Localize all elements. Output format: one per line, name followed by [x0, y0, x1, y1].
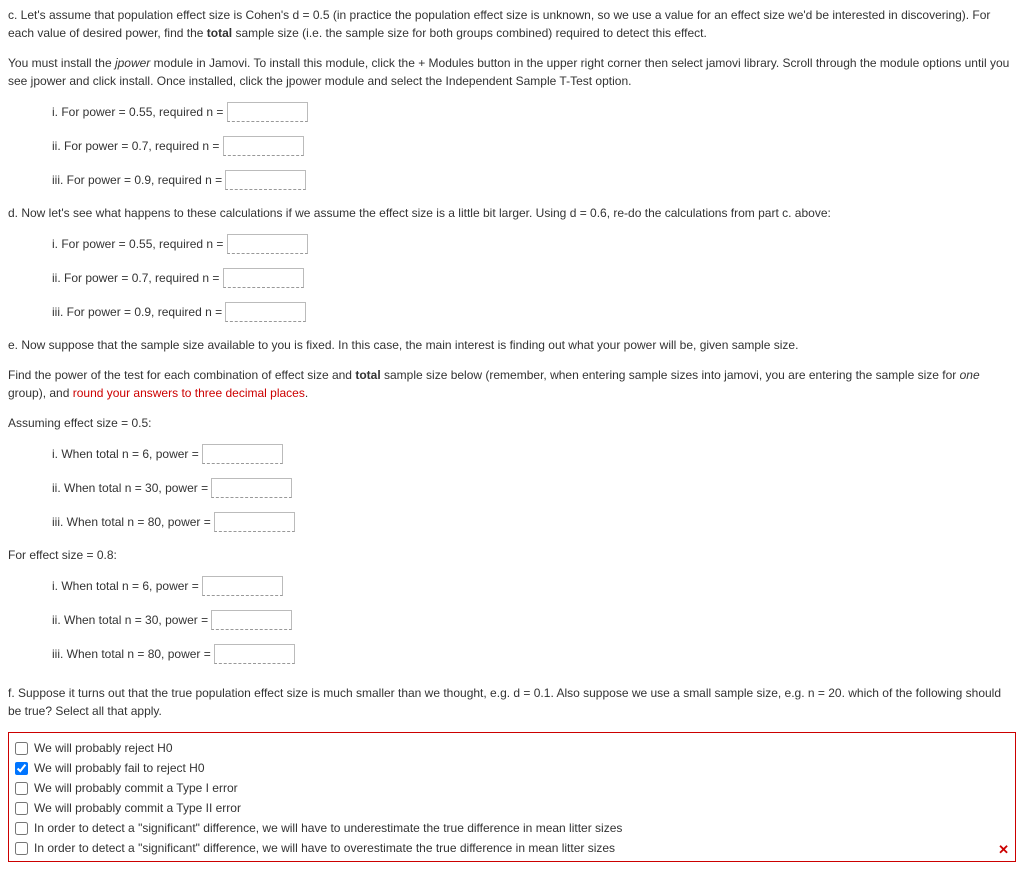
incorrect-x-icon: ✕	[998, 840, 1009, 860]
checkbox-2[interactable]	[15, 762, 28, 775]
c-input-1[interactable]	[227, 102, 308, 122]
checkbox-block: We will probably reject H0 We will proba…	[8, 732, 1016, 862]
part-f-intro: f. Suppose it turns out that the true po…	[8, 684, 1016, 720]
e1-input-3[interactable]	[214, 512, 295, 532]
checkbox-1[interactable]	[15, 742, 28, 755]
part-c-intro: c. Let's assume that population effect s…	[8, 6, 1016, 42]
option-label-6: In order to detect a "significant" diffe…	[34, 839, 615, 857]
part-e-intro: e. Now suppose that the sample size avai…	[8, 336, 1016, 354]
c-input-3[interactable]	[225, 170, 306, 190]
e2-item-3: iii. When total n = 80, power =	[52, 644, 1016, 664]
option-row-1: We will probably reject H0	[15, 739, 1009, 757]
checkbox-6[interactable]	[15, 842, 28, 855]
e2-input-3[interactable]	[214, 644, 295, 664]
option-label-5: In order to detect a "significant" diffe…	[34, 819, 622, 837]
option-label-2: We will probably fail to reject H0	[34, 759, 205, 777]
e-group1-header: Assuming effect size = 0.5:	[8, 414, 1016, 432]
option-row-6: In order to detect a "significant" diffe…	[15, 839, 1009, 857]
e1-item-1: i. When total n = 6, power =	[52, 444, 1016, 464]
checkbox-5[interactable]	[15, 822, 28, 835]
option-label-3: We will probably commit a Type I error	[34, 779, 238, 797]
e1-item-2: ii. When total n = 30, power =	[52, 478, 1016, 498]
option-label-1: We will probably reject H0	[34, 739, 173, 757]
e-group2-header: For effect size = 0.8:	[8, 546, 1016, 564]
d-input-1[interactable]	[227, 234, 308, 254]
e2-input-2[interactable]	[211, 610, 292, 630]
d-item-2: ii. For power = 0.7, required n =	[52, 268, 1016, 288]
c-input-2[interactable]	[223, 136, 304, 156]
part-c-install: You must install the jpower module in Ja…	[8, 54, 1016, 90]
c-item-2: ii. For power = 0.7, required n =	[52, 136, 1016, 156]
d-input-2[interactable]	[223, 268, 304, 288]
part-e-find: Find the power of the test for each comb…	[8, 366, 1016, 402]
d-input-3[interactable]	[225, 302, 306, 322]
option-label-4: We will probably commit a Type II error	[34, 799, 241, 817]
e2-item-2: ii. When total n = 30, power =	[52, 610, 1016, 630]
e1-input-1[interactable]	[202, 444, 283, 464]
e1-item-3: iii. When total n = 80, power =	[52, 512, 1016, 532]
e1-input-2[interactable]	[211, 478, 292, 498]
e2-input-1[interactable]	[202, 576, 283, 596]
option-row-4: We will probably commit a Type II error	[15, 799, 1009, 817]
e2-item-1: i. When total n = 6, power =	[52, 576, 1016, 596]
c-item-1: i. For power = 0.55, required n =	[52, 102, 1016, 122]
checkbox-4[interactable]	[15, 802, 28, 815]
part-d-intro: d. Now let's see what happens to these c…	[8, 204, 1016, 222]
option-row-2: We will probably fail to reject H0	[15, 759, 1009, 777]
d-item-1: i. For power = 0.55, required n =	[52, 234, 1016, 254]
checkbox-3[interactable]	[15, 782, 28, 795]
option-row-3: We will probably commit a Type I error	[15, 779, 1009, 797]
option-row-5: In order to detect a "significant" diffe…	[15, 819, 1009, 837]
d-item-3: iii. For power = 0.9, required n =	[52, 302, 1016, 322]
c-item-3: iii. For power = 0.9, required n =	[52, 170, 1016, 190]
